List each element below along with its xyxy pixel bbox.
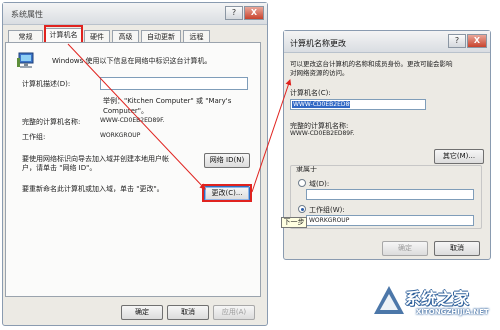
workgroup-radio[interactable] (298, 205, 306, 213)
apply-button[interactable]: 应用(A) (213, 305, 255, 320)
full-name-label: 完整的计算机名称: (22, 118, 81, 126)
left-titlebar: 系统属性 ? X (3, 3, 267, 25)
left-ok-button[interactable]: 确定 (121, 305, 163, 320)
example-text-2: Computer"。 (103, 107, 149, 115)
right-titlebar: 计算机名称更改 ? X (284, 31, 490, 53)
selected-name-text: WWW-CD0EB2ED89F (292, 101, 357, 108)
right-window-title: 计算机名称更改 (290, 39, 346, 48)
workgroup-label: 工作组: (22, 133, 46, 141)
right-help-button[interactable]: ? (448, 34, 466, 48)
left-help-button[interactable]: ? (225, 6, 243, 20)
computer-name-label: 计算机名(C): (290, 89, 331, 97)
workgroup-radio-label: 工作组(W): (309, 206, 345, 214)
description-label: 计算机描述(D): (22, 80, 71, 88)
right-close-button[interactable]: X (467, 34, 487, 48)
change-red-highlight (202, 184, 252, 202)
right-cancel-button[interactable]: 取消 (434, 241, 480, 256)
other-button[interactable]: 其它(M)... (434, 149, 484, 164)
rename-text: 要重新命名此计算机或加入域，单击 "更改"。 (22, 185, 164, 193)
left-cancel-button[interactable]: 取消 (167, 305, 209, 320)
left-close-button[interactable]: X (244, 6, 264, 20)
computer-icon (17, 52, 34, 68)
computer-name-changes-window: 计算机名称更改 ? X 可以更改这台计算机的名称和成员身份。更改可能会影响 对网… (283, 30, 491, 260)
right-full-name-value: WWW-CD0EB2ED89F. (290, 130, 355, 137)
right-intro-text-2: 对网络资源的访问。 (290, 69, 349, 77)
workgroup-input-value: WORKGROUP (309, 217, 350, 224)
watermark-url: XITONGZHIJIA.NET (416, 308, 489, 316)
workgroup-input[interactable]: WORKGROUP (306, 215, 474, 226)
watermark-text: 系统之家 (405, 289, 470, 308)
description-input[interactable] (100, 77, 248, 90)
site-logo-icon (374, 286, 404, 314)
example-text-1: 举例："Kitchen Computer" 或 "Mary's (103, 97, 232, 105)
left-intro-text: Windows 使用以下信息在网络中标识这台计算机。 (52, 57, 212, 65)
domain-radio-label: 域(D): (309, 180, 330, 188)
next-step-callout: 下一步 (281, 217, 307, 228)
right-ok-button[interactable]: 确定 (382, 241, 428, 256)
domain-input[interactable] (306, 189, 474, 200)
full-name-value: WWW-CD0EB2ED89F. (100, 117, 165, 124)
domain-radio[interactable] (298, 179, 306, 187)
left-window-title: 系统属性 (11, 10, 43, 19)
network-id-button[interactable]: 网络 ID(N) (204, 153, 250, 168)
network-id-text-2: 户，请单击 "网络 ID"。 (22, 164, 97, 172)
computer-name-input[interactable]: WWW-CD0EB2ED89F (290, 99, 426, 110)
workgroup-value: WORKGROUP (100, 132, 141, 139)
